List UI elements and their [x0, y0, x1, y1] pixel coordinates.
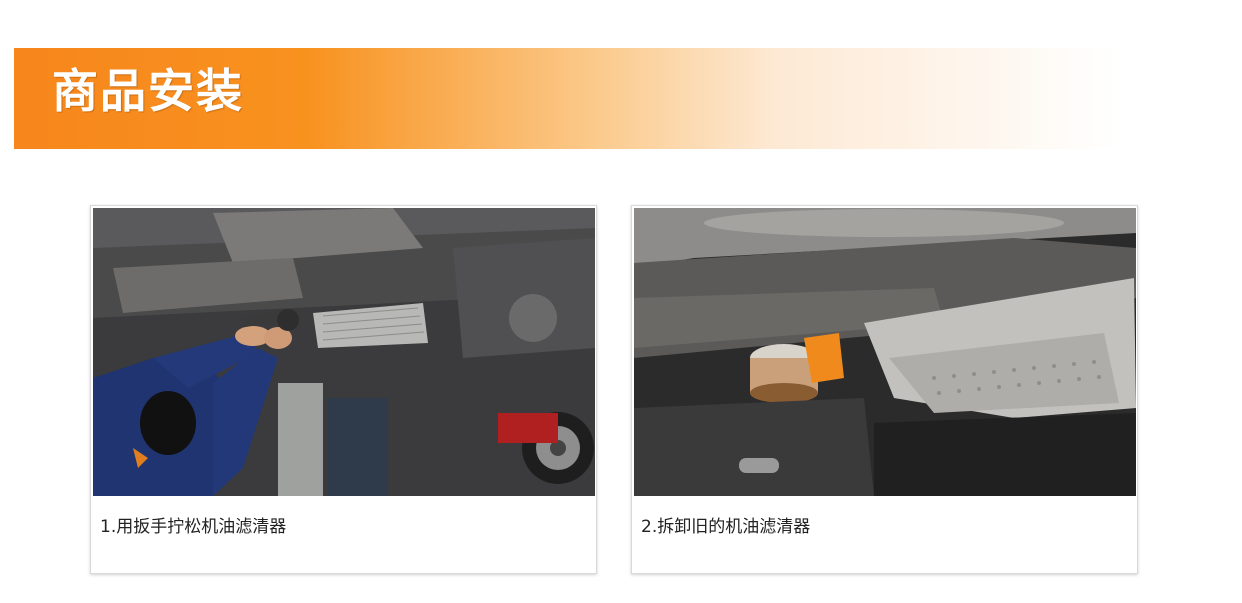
- step-1-caption: 1.用扳手拧松机油滤清器: [100, 517, 287, 537]
- section-banner: 商品安装: [14, 48, 1242, 149]
- install-step-card-2: 2.拆卸旧的机油滤清器: [631, 205, 1138, 574]
- section-title: 商品安装: [52, 64, 244, 118]
- photo-removed-oil-filter-undercarriage: [634, 208, 1136, 496]
- step-2-caption: 2.拆卸旧的机油滤清器: [641, 517, 811, 537]
- install-step-card-1: 1.用扳手拧松机油滤清器: [90, 205, 597, 574]
- photo-mechanic-loosening-oil-filter: [93, 208, 595, 496]
